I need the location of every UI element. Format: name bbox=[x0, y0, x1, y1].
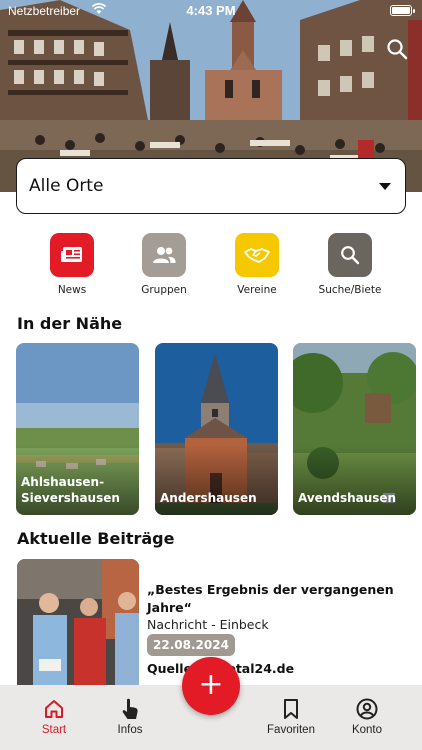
clock: 4:43 PM bbox=[186, 3, 236, 18]
nav-label: Favoriten bbox=[267, 724, 315, 736]
place-card[interactable]: Ahlshausen- Sievershausen bbox=[16, 343, 139, 515]
place-card[interactable]: Avendshausen bbox=[293, 343, 416, 515]
category-bar: News Gruppen Vereine Suche/Biete bbox=[0, 233, 422, 297]
nav-label: Start bbox=[41, 724, 67, 736]
nav-konto[interactable]: Konto bbox=[327, 697, 407, 736]
article-category: Nachricht - Einbeck bbox=[147, 617, 269, 632]
category-suche-biete[interactable]: Suche/Biete bbox=[304, 233, 396, 296]
nav-label: Konto bbox=[351, 724, 383, 736]
nav-start[interactable]: Start bbox=[14, 697, 94, 736]
nav-label: Infos bbox=[117, 724, 143, 736]
handshake-icon bbox=[235, 233, 279, 277]
plus-icon: + bbox=[198, 667, 224, 702]
article-image bbox=[17, 559, 139, 685]
place-name: Ahlshausen- Sievershausen bbox=[21, 475, 120, 505]
account-icon bbox=[327, 697, 407, 721]
category-vereine[interactable]: Vereine bbox=[211, 233, 303, 296]
location-dropdown[interactable]: Alle Orte bbox=[16, 158, 406, 214]
place-name: Avendshausen bbox=[298, 491, 397, 505]
category-label: News bbox=[57, 284, 87, 296]
bookmark-icon bbox=[251, 697, 331, 721]
search-icon bbox=[328, 233, 372, 277]
nearby-carousel[interactable]: Ahlshausen- Sievershausen Andershausen A… bbox=[0, 343, 422, 515]
nav-favoriten[interactable]: Favoriten bbox=[251, 697, 331, 736]
category-label: Gruppen bbox=[141, 284, 187, 296]
nav-infos[interactable]: Infos bbox=[90, 697, 170, 736]
article-title: „Bestes Ergebnis der vergangenen Jahre“ bbox=[147, 582, 394, 615]
category-label: Suche/Biete bbox=[318, 284, 382, 296]
newspaper-icon bbox=[50, 233, 94, 277]
group-icon bbox=[142, 233, 186, 277]
category-label: Vereine bbox=[237, 284, 277, 296]
location-selected-value: Alle Orte bbox=[29, 176, 104, 196]
tap-icon bbox=[90, 697, 170, 721]
caret-down-icon bbox=[379, 182, 391, 190]
section-title-articles: Aktuelle Beiträge bbox=[17, 529, 175, 548]
category-news[interactable]: News bbox=[26, 233, 118, 296]
battery-icon bbox=[390, 5, 415, 16]
people-photo bbox=[17, 559, 139, 685]
place-name: Andershausen bbox=[160, 491, 257, 505]
search-icon[interactable] bbox=[386, 38, 408, 60]
place-card[interactable]: Andershausen bbox=[155, 343, 278, 515]
add-button[interactable]: + bbox=[182, 657, 240, 715]
article-date-badge: 22.08.2024 bbox=[147, 634, 235, 656]
category-gruppen[interactable]: Gruppen bbox=[118, 233, 210, 296]
section-title-nearby: In der Nähe bbox=[17, 314, 123, 333]
home-icon bbox=[14, 697, 94, 721]
status-bar: Netzbetreiber 4:43 PM bbox=[0, 0, 422, 22]
